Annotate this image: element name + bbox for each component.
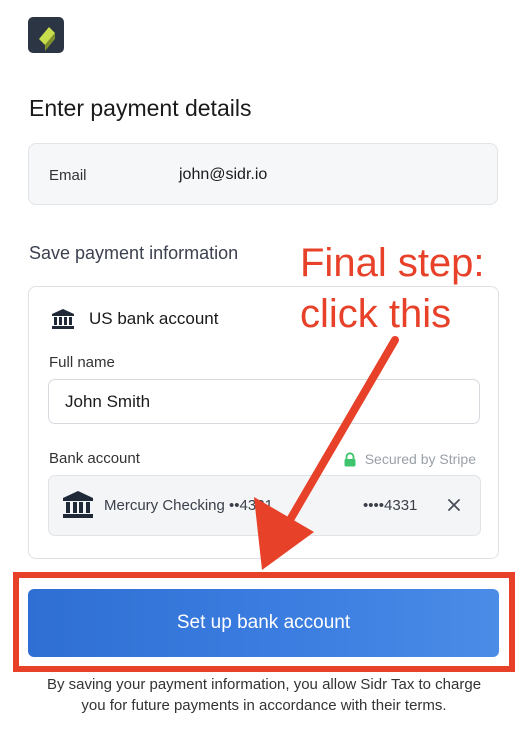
save-payment-title: Save payment information: [29, 243, 239, 263]
linked-bank-account[interactable]: Mercury Checking ••4331 ••••4331: [48, 475, 481, 536]
account-name: Mercury Checking ••4331: [104, 497, 273, 514]
bank-account-label: Bank account: [49, 450, 140, 467]
payment-method-label: US bank account: [89, 309, 219, 328]
annotation-text: Final step: click this: [300, 238, 485, 340]
bank-icon: [52, 309, 74, 329]
sidr-logo-icon: [28, 17, 64, 53]
email-value: john@sidr.io: [179, 166, 268, 183]
full-name-label: Full name: [49, 354, 115, 371]
lock-icon: [344, 451, 356, 466]
full-name-input[interactable]: [48, 379, 480, 424]
bank-icon: [63, 491, 93, 518]
annotation-line-2: click this: [300, 292, 452, 336]
email-card: Email john@sidr.io: [28, 143, 498, 205]
page-title: Enter payment details: [29, 95, 252, 121]
secured-label: Secured by Stripe: [364, 451, 476, 467]
secured-by-stripe: Secured by Stripe: [343, 451, 476, 467]
email-label: Email: [49, 167, 87, 184]
payment-method-header: US bank account: [51, 308, 218, 330]
set-up-bank-account-button[interactable]: Set up bank account: [28, 589, 499, 657]
account-number-masked: ••••4331: [363, 497, 418, 514]
terms-text: By saving your payment information, you …: [46, 676, 482, 714]
annotation-line-1: Final step:: [300, 241, 485, 285]
remove-account-button[interactable]: [443, 494, 465, 516]
close-icon: [448, 499, 460, 511]
